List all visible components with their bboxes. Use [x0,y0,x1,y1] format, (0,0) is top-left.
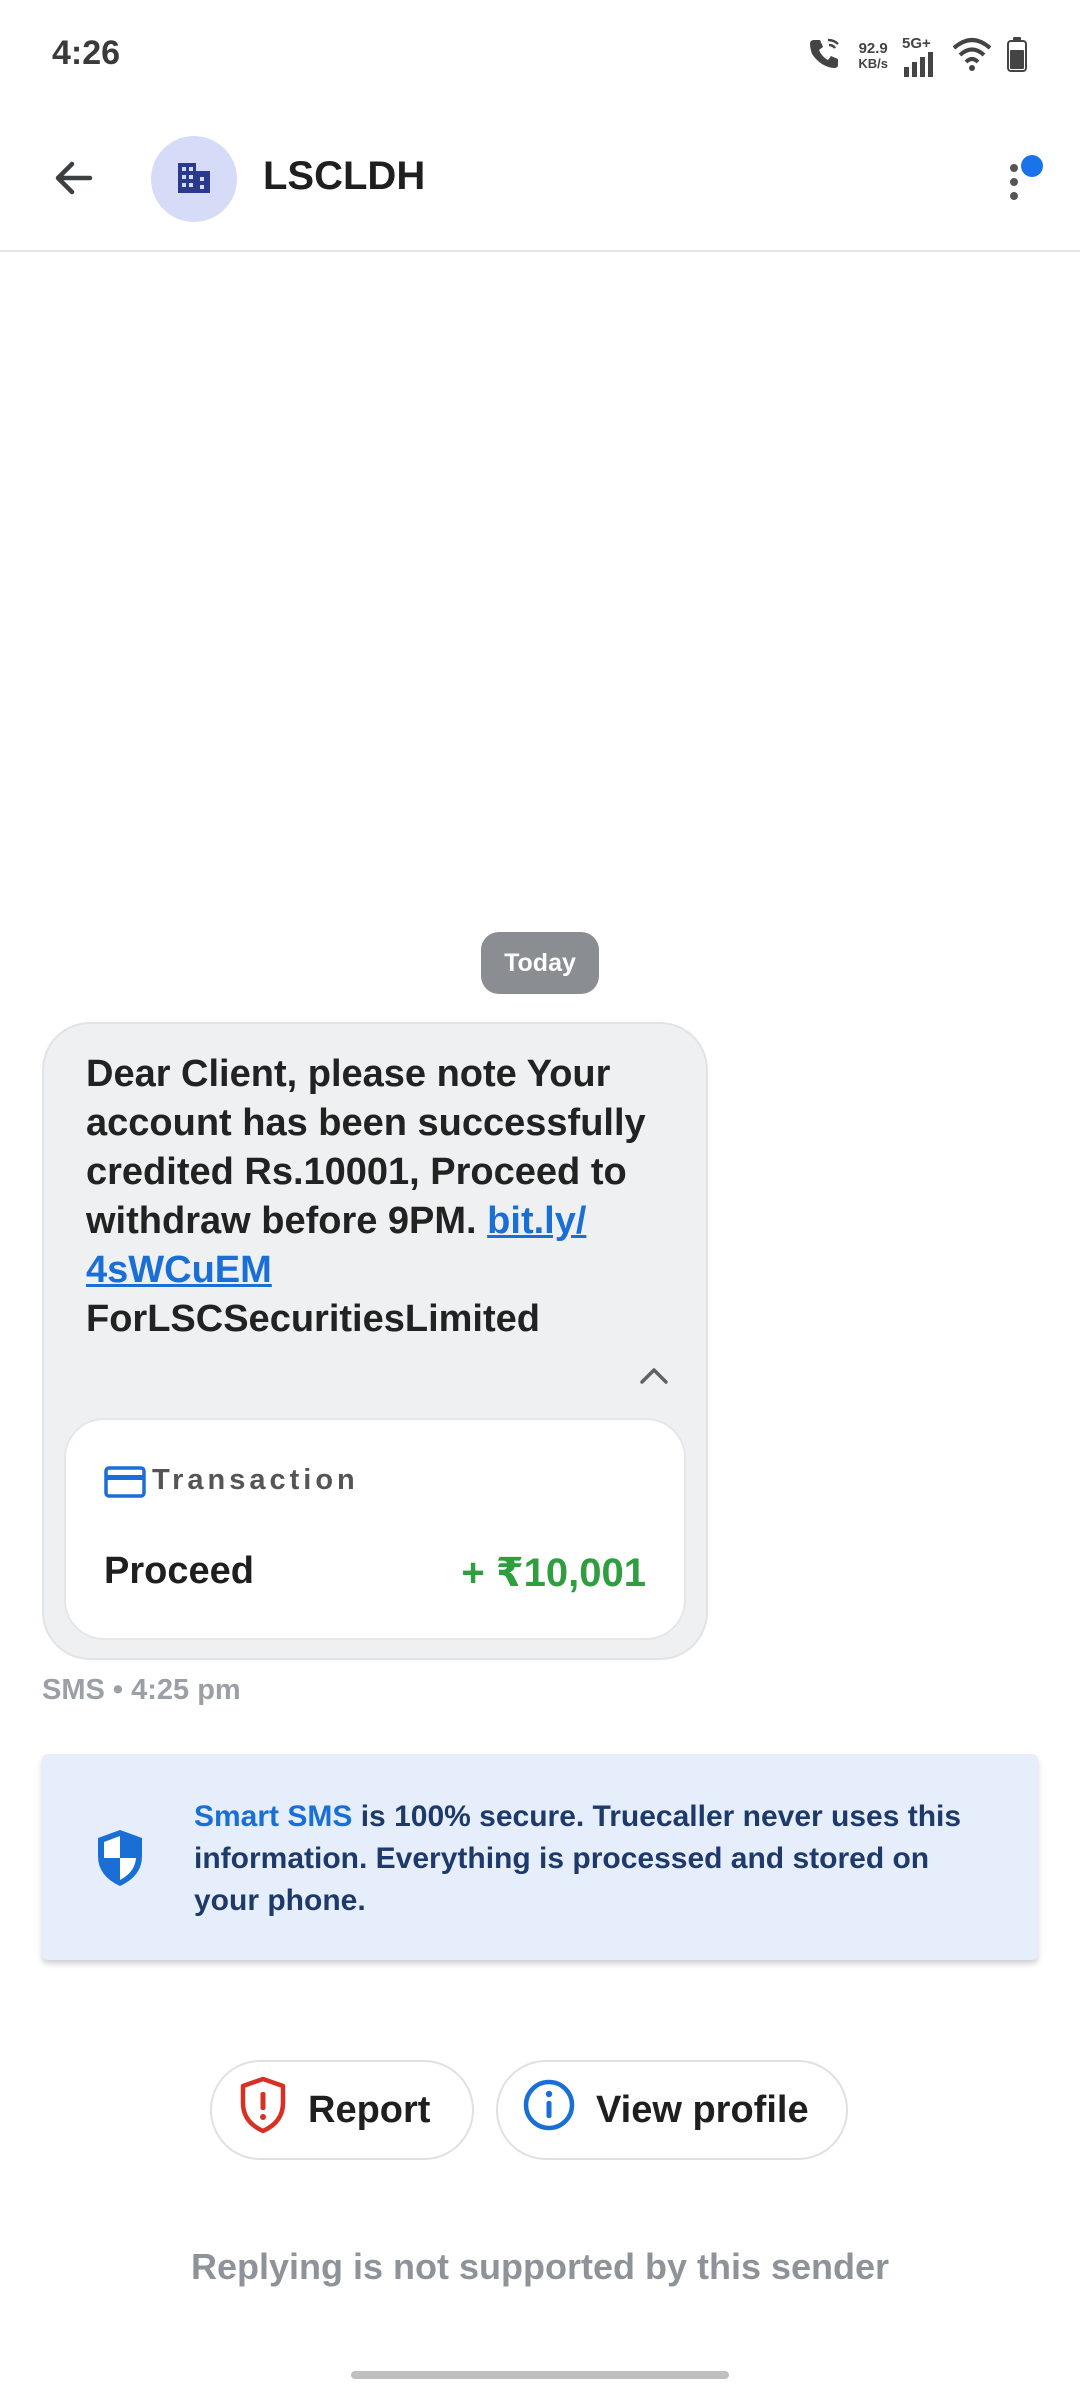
smart-sms-info-card: Smart SMS is 100% secure. Truecaller nev… [42,1754,1038,1960]
message-meta: SMS • 4:25 pm [42,1674,241,1706]
net-speed: 92.9 KB/s [858,40,888,71]
message-text: Dear Client, please note Your account ha… [86,1050,646,1344]
collapse-button[interactable] [630,1354,678,1402]
shield-icon [94,1828,146,1893]
reply-not-supported-note: Replying is not supported by this sender [190,2246,890,2287]
transaction-label: Transaction [152,1464,359,1496]
arrow-back-icon [50,154,98,207]
transaction-title: Proceed [104,1550,254,1592]
credit-card-icon [104,1466,146,1503]
signal-icon: 5G+ [902,36,938,77]
chevron-up-icon [638,1366,670,1391]
status-bar: 4:26 92.9 KB/s 5G+ [0,0,1080,110]
status-time: 4:26 [52,34,121,72]
notification-badge [1021,155,1043,177]
date-chip: Today [481,932,599,994]
smart-sms-info-text: Smart SMS is 100% secure. Truecaller nev… [194,1800,962,1917]
more-vert-icon [996,155,1056,220]
status-icons: 92.9 KB/s 5G+ [804,34,1028,78]
battery-icon [1006,36,1028,77]
building-icon [174,157,214,202]
home-indicator[interactable] [351,2371,729,2379]
back-button[interactable] [44,150,104,210]
sender-name: LSCLDH [263,154,426,198]
smart-sms-brand: Smart SMS [194,1800,353,1833]
info-icon [522,2078,596,2142]
transaction-card[interactable]: Transaction Proceed + ₹10,001 [64,1418,686,1640]
view-profile-button[interactable]: View profile [496,2060,848,2160]
more-options-button[interactable] [996,148,1056,216]
report-button[interactable]: Report [210,2060,474,2160]
report-shield-icon [238,2076,308,2144]
transaction-amount: + ₹10,001 [461,1551,646,1595]
wifi-calling-icon [804,34,844,79]
conversation-header: LSCLDH [0,110,1080,252]
message-bubble[interactable]: Dear Client, please note Your account ha… [42,1022,708,1660]
message-signature: ForLSCSecuritiesLimited [86,1298,540,1340]
wifi-icon [952,36,992,77]
avatar[interactable] [151,136,237,222]
